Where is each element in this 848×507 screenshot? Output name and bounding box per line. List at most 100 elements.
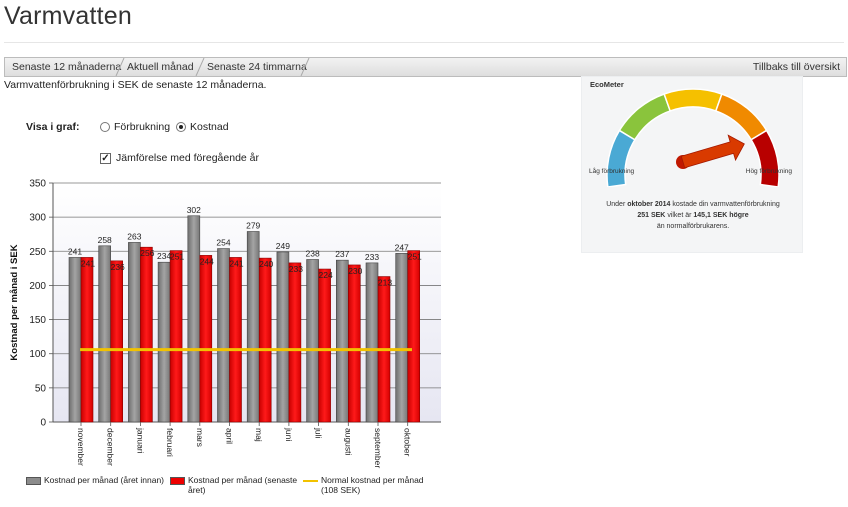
- ecometer-line-3: än normalförbrukarens.: [656, 223, 730, 230]
- title-divider: [4, 42, 844, 43]
- radio-cost-label[interactable]: Kostnad: [190, 121, 229, 133]
- bar-previous-year: [246, 231, 260, 423]
- data-label-latest-year: 241: [229, 258, 243, 268]
- y-tick-label: 150: [29, 315, 46, 326]
- x-tick-label: februari: [165, 428, 175, 457]
- bar-previous-year: [68, 257, 82, 423]
- bar-previous-year: [128, 242, 141, 423]
- ecometer-summary: Under oktober 2014 kostade din varmvatte…: [582, 199, 804, 232]
- y-axis-title: Kostnad per månad i SEK: [9, 244, 20, 360]
- gauge-segment: [618, 93, 672, 141]
- graph-mode-radio-group: Förbrukning Kostnad: [100, 121, 235, 133]
- legend-swatch-yellow: [303, 480, 318, 482]
- ecometer-panel: EcoMeter Låg förbrukning Hög förbrukning…: [581, 76, 803, 253]
- data-label-latest-year: 233: [289, 264, 303, 274]
- data-label-previous-year: 241: [68, 246, 82, 256]
- tab-last-24-hours[interactable]: Senaste 24 timmarna: [207, 58, 307, 76]
- bar-previous-year: [157, 261, 171, 423]
- data-label-previous-year: 254: [216, 238, 230, 248]
- tab-last-12-months[interactable]: Senaste 12 månaderna: [12, 58, 121, 76]
- bar-latest-year: [318, 268, 331, 423]
- page-title: Varmvatten: [4, 2, 132, 30]
- x-tick-label: september: [373, 428, 383, 468]
- bar-previous-year: [395, 253, 409, 423]
- radio-consumption[interactable]: [100, 122, 110, 132]
- gauge-segment: [663, 88, 723, 112]
- data-label-latest-year: 256: [140, 248, 154, 258]
- legend-item-normal: Normal kostnad per månad (108 SEK): [303, 475, 431, 495]
- description-text: Varmvattenförbrukning i SEK de senaste 1…: [4, 79, 267, 91]
- compare-previous-year: ✓ Jämförelse med föregående år: [100, 152, 259, 164]
- x-tick-label: december: [106, 428, 116, 466]
- y-tick-label: 250: [29, 247, 46, 258]
- bar-latest-year: [407, 250, 421, 423]
- data-label-latest-year: 244: [200, 256, 214, 266]
- y-tick-label: 0: [40, 418, 46, 429]
- bar-latest-year: [140, 246, 153, 423]
- x-tick-label: juni: [284, 427, 294, 441]
- bar-previous-year: [276, 251, 290, 423]
- legend-item-previous-year: Kostnad per månad (året innan): [26, 475, 174, 485]
- data-label-latest-year: 236: [111, 262, 125, 272]
- data-label-latest-year: 240: [259, 259, 273, 269]
- bar-latest-year: [258, 257, 272, 423]
- y-tick-label: 200: [29, 281, 46, 292]
- y-tick-label: 100: [29, 349, 46, 360]
- x-tick-label: januari: [135, 427, 145, 454]
- data-label-latest-year: 213: [378, 278, 392, 288]
- x-tick-label: mars: [195, 428, 205, 447]
- y-tick-label: 350: [29, 179, 46, 190]
- y-tick-label: 50: [35, 383, 47, 394]
- radio-consumption-label[interactable]: Förbrukning: [114, 121, 170, 133]
- data-label-latest-year: 241: [81, 258, 95, 268]
- data-label-latest-year: 251: [408, 252, 422, 262]
- radio-cost[interactable]: [176, 122, 187, 132]
- bar-previous-year: [335, 259, 349, 423]
- legend-swatch-red: [170, 477, 185, 485]
- bar-latest-year: [347, 264, 361, 423]
- data-label-previous-year: 258: [98, 235, 112, 245]
- bar-latest-year: [169, 250, 183, 423]
- bar-previous-year: [187, 215, 201, 423]
- compare-checkbox[interactable]: ✓: [100, 152, 111, 164]
- legend-label-latest-year: Kostnad per månad (senaste året): [188, 475, 298, 495]
- data-label-previous-year: 263: [127, 231, 141, 241]
- x-tick-label: oktober: [403, 428, 413, 457]
- graph-options-label: Visa i graf:: [26, 121, 80, 133]
- x-tick-label: augusti: [343, 428, 353, 456]
- data-label-previous-year: 237: [335, 249, 349, 259]
- x-tick-label: maj: [254, 428, 264, 442]
- bar-latest-year: [288, 262, 302, 423]
- bar-latest-year: [80, 257, 94, 423]
- legend-swatch-grey: [26, 477, 41, 485]
- legend-label-normal: Normal kostnad per månad (108 SEK): [321, 475, 424, 495]
- tab-bar: Senaste 12 månaderna Aktuell månad Senas…: [4, 57, 847, 77]
- data-label-previous-year: 249: [276, 241, 290, 251]
- gauge-needle-arrow: [680, 134, 745, 169]
- ecometer-low-label: Låg förbrukning: [589, 168, 635, 175]
- cost-bar-chart: 0 50 100 150 200 250 300 350 241 241 november 258 23…: [9, 179, 441, 468]
- bar-previous-year: [98, 245, 111, 423]
- bar-latest-year: [110, 260, 123, 423]
- gauge-segment: [714, 93, 768, 141]
- tab-current-month[interactable]: Aktuell månad: [127, 58, 194, 76]
- ecometer-line-1: Under oktober 2014 kostade din varmvatte…: [606, 201, 780, 208]
- legend-label-previous-year: Kostnad per månad (året innan): [44, 475, 165, 485]
- ecometer-high-label: Hög förbrukning: [745, 168, 792, 175]
- ecometer-line-2: 251 SEK vilket är 145,1 SEK högre: [637, 212, 749, 219]
- bar-latest-year: [199, 255, 213, 423]
- compare-label[interactable]: Jämförelse med föregående år: [116, 152, 259, 164]
- tab-separator: [115, 58, 125, 76]
- data-label-previous-year: 279: [246, 220, 260, 230]
- bar-previous-year: [217, 248, 230, 423]
- tab-separator: [195, 58, 205, 76]
- back-to-overview-link[interactable]: Tillbaks till översikt: [753, 58, 840, 76]
- bar-latest-year: [229, 257, 242, 423]
- data-label-latest-year: 224: [319, 270, 333, 280]
- gauge-segment: [606, 129, 636, 187]
- data-label-previous-year: 238: [306, 248, 320, 258]
- gauge-segment: [750, 129, 780, 187]
- data-label-latest-year: 230: [348, 266, 362, 276]
- data-label-previous-year: 233: [365, 252, 379, 262]
- legend-item-latest-year: Kostnad per månad (senaste året): [170, 475, 308, 495]
